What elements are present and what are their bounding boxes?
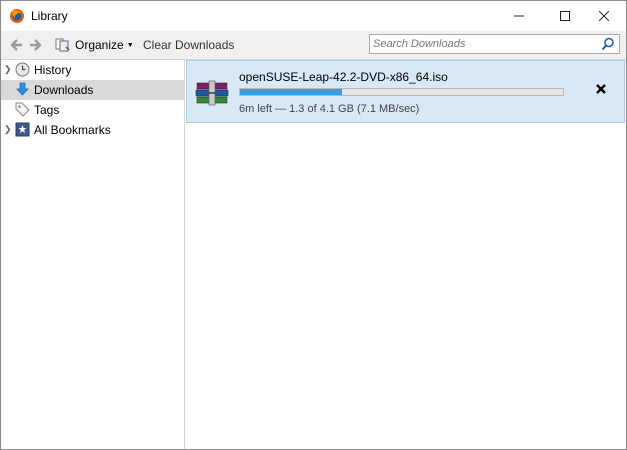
sidebar-item-label: Downloads <box>34 83 94 97</box>
sidebar-item-all-bookmarks[interactable]: ❯ All Bookmarks <box>1 120 184 140</box>
dropdown-caret-icon: ▼ <box>126 41 134 49</box>
close-icon <box>598 10 610 22</box>
firefox-icon <box>10 9 24 23</box>
maximize-icon <box>560 11 570 21</box>
download-filename: openSUSE-Leap-42.2-DVD-x86_64.iso <box>239 70 448 84</box>
downloads-list: openSUSE-Leap-42.2-DVD-x86_64.iso 6m lef… <box>185 60 626 449</box>
back-arrow-icon[interactable] <box>7 36 25 54</box>
close-button[interactable] <box>581 1 627 31</box>
clear-downloads-button[interactable]: Clear Downloads <box>143 38 234 52</box>
download-arrow-icon <box>16 82 29 96</box>
search-icon[interactable] <box>601 37 615 51</box>
download-status: 6m left — 1.3 of 4.1 GB (7.1 MB/sec) <box>239 103 420 115</box>
sidebar-item-downloads[interactable]: Downloads <box>1 80 184 100</box>
minimize-button[interactable] <box>496 1 542 31</box>
tag-icon <box>15 102 30 117</box>
search-box[interactable] <box>369 34 620 54</box>
organize-label: Organize <box>75 38 124 52</box>
bookmark-star-icon <box>15 122 30 137</box>
window-title: Library <box>31 9 68 23</box>
sidebar-item-tags[interactable]: Tags <box>1 100 184 120</box>
archive-books-icon <box>195 80 229 106</box>
toolbar: Organize ▼ Clear Downloads <box>1 31 626 60</box>
close-icon <box>596 84 606 94</box>
download-progress-bar <box>239 88 564 96</box>
organize-icon <box>55 38 70 52</box>
history-clock-icon <box>15 62 30 77</box>
search-input[interactable] <box>373 36 598 52</box>
download-item[interactable]: openSUSE-Leap-42.2-DVD-x86_64.iso 6m lef… <box>186 60 625 123</box>
expand-chevron-icon[interactable]: ❯ <box>4 124 12 135</box>
organize-button[interactable]: Organize ▼ <box>55 34 134 56</box>
sidebar: ❯ History Downloads Tags ❯ All Bookmarks <box>1 60 185 449</box>
sidebar-item-label: All Bookmarks <box>34 123 111 137</box>
cancel-download-button[interactable] <box>593 83 609 99</box>
sidebar-item-label: Tags <box>34 103 60 117</box>
minimize-icon <box>514 15 524 17</box>
library-window: Library Organize ▼ Clear Downloads Searc… <box>0 0 627 450</box>
sidebar-item-label: History <box>34 63 72 77</box>
expand-chevron-icon[interactable]: ❯ <box>4 64 12 75</box>
sidebar-item-history[interactable]: ❯ History <box>1 60 184 80</box>
title-bar[interactable]: Library <box>1 1 626 31</box>
download-progress-fill <box>240 89 342 95</box>
forward-arrow-icon[interactable] <box>27 36 45 54</box>
